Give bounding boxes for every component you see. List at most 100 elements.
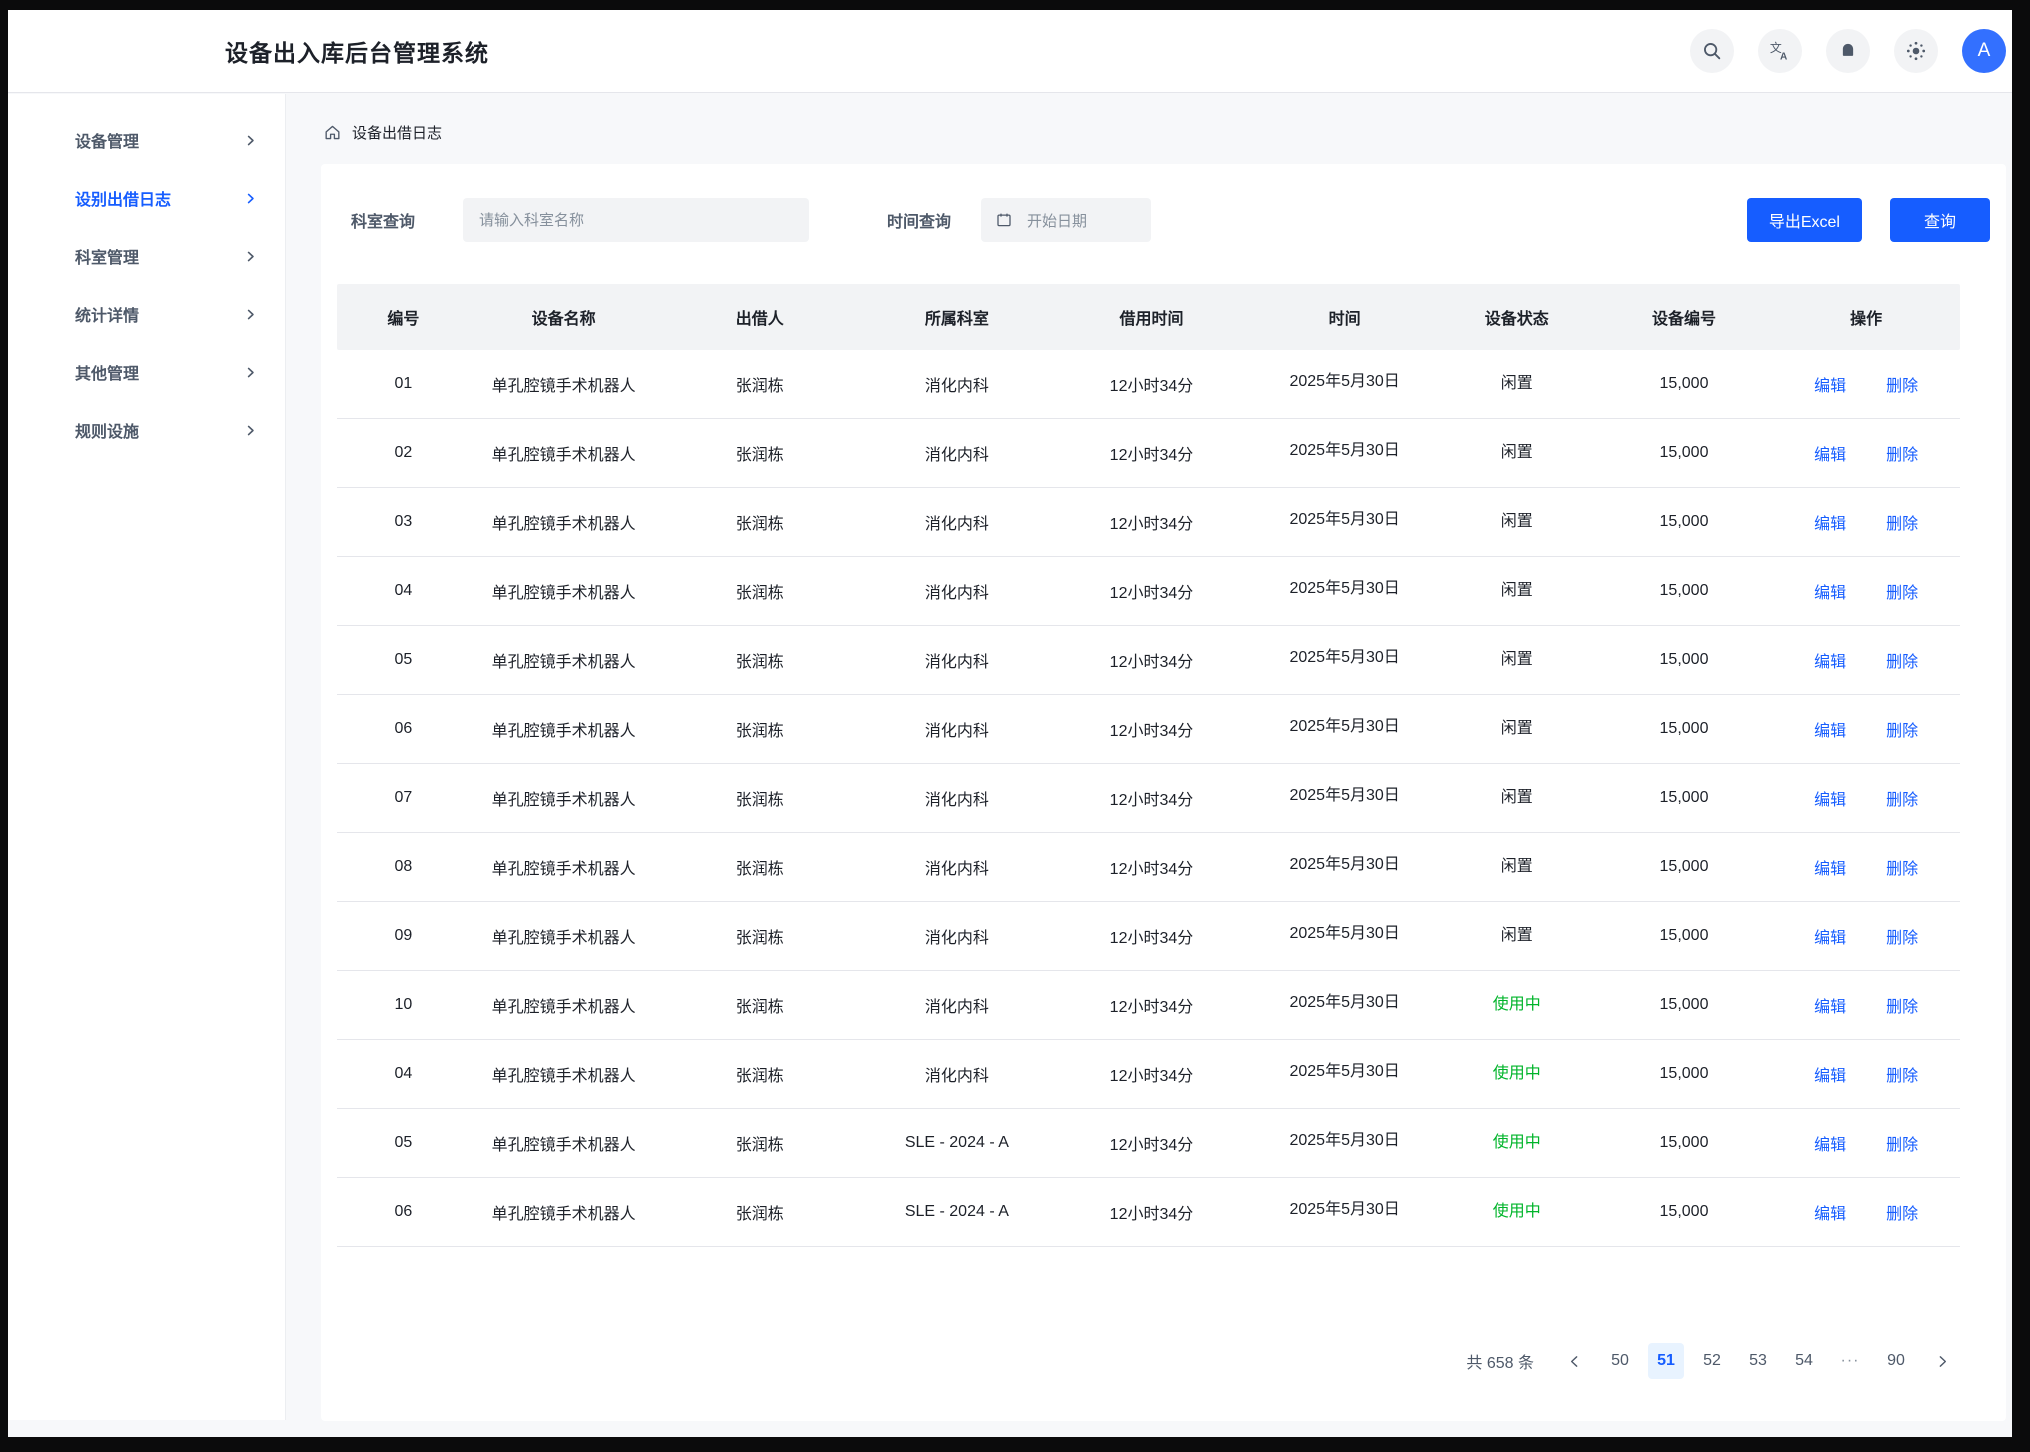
chevron-right-icon xyxy=(244,308,257,321)
table-row: 10 单孔腔镜手术机器人 张润栋 消化内科 12小时34分 2025年5月30日… xyxy=(337,971,1960,1040)
body: 设备管理 设别出借日志 科室管理 统计详情 其他管理 规则设施 xyxy=(8,94,2012,1437)
sidebar-item[interactable]: 规则设施 xyxy=(8,401,285,459)
dept-search-input[interactable] xyxy=(463,198,809,242)
cell-actions: 编辑 删除 xyxy=(1772,1200,1960,1224)
cell-lender: 张润栋 xyxy=(657,993,862,1017)
filter-bar: 科室查询 时间查询 开始日期 导出Excel 查询 xyxy=(321,164,2006,242)
delete-link[interactable]: 删除 xyxy=(1886,1131,1918,1155)
cell-actions: 编辑 删除 xyxy=(1772,993,1960,1017)
cell-lender: 张润栋 xyxy=(657,441,862,465)
page-button[interactable]: 54 xyxy=(1786,1343,1822,1379)
language-button[interactable]: 文A xyxy=(1758,29,1802,73)
sidebar-item[interactable]: 其他管理 xyxy=(8,343,285,401)
next-page-button[interactable] xyxy=(1924,1343,1960,1379)
sidebar-item[interactable]: 设备管理 xyxy=(8,111,285,169)
edit-link[interactable]: 编辑 xyxy=(1814,786,1846,810)
cell-actions: 编辑 删除 xyxy=(1772,1062,1960,1086)
edit-link[interactable]: 编辑 xyxy=(1814,924,1846,948)
theme-button[interactable] xyxy=(1894,29,1938,73)
page-title: 设备出入库后台管理系统 xyxy=(225,34,489,68)
cell-lender: 张润栋 xyxy=(657,1131,862,1155)
cell-department: 消化内科 xyxy=(862,441,1052,465)
table-row: 07 单孔腔镜手术机器人 张润栋 消化内科 12小时34分 2025年5月30日… xyxy=(337,764,1960,833)
edit-link[interactable]: 编辑 xyxy=(1814,855,1846,879)
delete-link[interactable]: 删除 xyxy=(1886,1062,1918,1086)
sidebar-item-label: 规则设施 xyxy=(75,418,139,442)
edit-link[interactable]: 编辑 xyxy=(1814,510,1846,534)
cell-lender: 张润栋 xyxy=(657,924,862,948)
search-button[interactable] xyxy=(1690,29,1734,73)
edit-link[interactable]: 编辑 xyxy=(1814,441,1846,465)
delete-link[interactable]: 删除 xyxy=(1886,441,1918,465)
sidebar-item[interactable]: 科室管理 xyxy=(8,227,285,285)
query-button[interactable]: 查询 xyxy=(1890,198,1990,242)
edit-link[interactable]: 编辑 xyxy=(1814,648,1846,672)
home-icon[interactable] xyxy=(323,123,342,142)
page-button[interactable]: 52 xyxy=(1694,1343,1730,1379)
start-date-picker[interactable]: 开始日期 xyxy=(981,198,1151,242)
sidebar: 设备管理 设别出借日志 科室管理 统计详情 其他管理 规则设施 xyxy=(8,94,286,1420)
notification-button[interactable] xyxy=(1826,29,1870,73)
delete-link[interactable]: 删除 xyxy=(1886,717,1918,741)
delete-link[interactable]: 删除 xyxy=(1886,993,1918,1017)
edit-link[interactable]: 编辑 xyxy=(1814,372,1846,396)
page-button[interactable]: 50 xyxy=(1602,1343,1638,1379)
delete-link[interactable]: 删除 xyxy=(1886,510,1918,534)
page-button[interactable]: ··· xyxy=(1832,1343,1868,1379)
cell-device-name: 单孔腔镜手术机器人 xyxy=(470,510,658,534)
sidebar-item[interactable]: 统计详情 xyxy=(8,285,285,343)
avatar[interactable]: A xyxy=(1962,29,2006,73)
prev-page-button[interactable] xyxy=(1556,1343,1592,1379)
cell-device-name: 单孔腔镜手术机器人 xyxy=(470,648,658,672)
cell-lender: 张润栋 xyxy=(657,1062,862,1086)
delete-link[interactable]: 删除 xyxy=(1886,924,1918,948)
cell-id: 06 xyxy=(337,1203,470,1221)
cell-date: 2025年5月30日 xyxy=(1251,367,1438,391)
edit-link[interactable]: 编辑 xyxy=(1814,1200,1846,1224)
edit-link[interactable]: 编辑 xyxy=(1814,1131,1846,1155)
table-header-cell: 设备状态 xyxy=(1438,305,1596,329)
edit-link[interactable]: 编辑 xyxy=(1814,717,1846,741)
cell-id: 09 xyxy=(337,927,470,945)
cell-actions: 编辑 删除 xyxy=(1772,717,1960,741)
table-row: 06 单孔腔镜手术机器人 张润栋 SLE - 2024 - A 12小时34分 … xyxy=(337,1178,1960,1247)
delete-link[interactable]: 删除 xyxy=(1886,579,1918,603)
cell-device-name: 单孔腔镜手术机器人 xyxy=(470,993,658,1017)
chevron-right-icon xyxy=(1935,1354,1950,1369)
table-row: 09 单孔腔镜手术机器人 张润栋 消化内科 12小时34分 2025年5月30日… xyxy=(337,902,1960,971)
delete-link[interactable]: 删除 xyxy=(1886,648,1918,672)
cell-date: 2025年5月30日 xyxy=(1251,919,1438,943)
delete-link[interactable]: 删除 xyxy=(1886,372,1918,396)
cell-date: 2025年5月30日 xyxy=(1251,988,1438,1012)
cell-status: 闲置 xyxy=(1438,921,1596,945)
export-excel-button[interactable]: 导出Excel xyxy=(1747,198,1862,242)
cell-status: 闲置 xyxy=(1438,852,1596,876)
page-button[interactable]: 53 xyxy=(1740,1343,1776,1379)
cell-device-name: 单孔腔镜手术机器人 xyxy=(470,372,658,396)
cell-department: 消化内科 xyxy=(862,510,1052,534)
table-header-cell: 时间 xyxy=(1251,305,1438,329)
table-header-cell: 编号 xyxy=(337,305,470,329)
edit-link[interactable]: 编辑 xyxy=(1814,993,1846,1017)
cell-device-name: 单孔腔镜手术机器人 xyxy=(470,717,658,741)
cell-actions: 编辑 删除 xyxy=(1772,924,1960,948)
table-row: 04 单孔腔镜手术机器人 张润栋 消化内科 12小时34分 2025年5月30日… xyxy=(337,557,1960,626)
cell-duration: 12小时34分 xyxy=(1052,717,1252,741)
delete-link[interactable]: 删除 xyxy=(1886,786,1918,810)
content-card: 科室查询 时间查询 开始日期 导出Excel 查询 编号设备名称出借人 xyxy=(321,164,2006,1421)
cell-device-code: 15,000 xyxy=(1596,375,1773,393)
breadcrumb-label: 设备出借日志 xyxy=(352,122,442,143)
sidebar-item[interactable]: 设别出借日志 xyxy=(8,169,285,227)
cell-device-code: 15,000 xyxy=(1596,1065,1773,1083)
delete-link[interactable]: 删除 xyxy=(1886,855,1918,879)
cell-duration: 12小时34分 xyxy=(1052,924,1252,948)
cell-device-name: 单孔腔镜手术机器人 xyxy=(470,924,658,948)
cell-device-code: 15,000 xyxy=(1596,1134,1773,1152)
delete-link[interactable]: 删除 xyxy=(1886,1200,1918,1224)
cell-date: 2025年5月30日 xyxy=(1251,1195,1438,1219)
page-button[interactable]: 51 xyxy=(1648,1343,1684,1379)
edit-link[interactable]: 编辑 xyxy=(1814,1062,1846,1086)
cell-date: 2025年5月30日 xyxy=(1251,712,1438,736)
page-button[interactable]: 90 xyxy=(1878,1343,1914,1379)
edit-link[interactable]: 编辑 xyxy=(1814,579,1846,603)
